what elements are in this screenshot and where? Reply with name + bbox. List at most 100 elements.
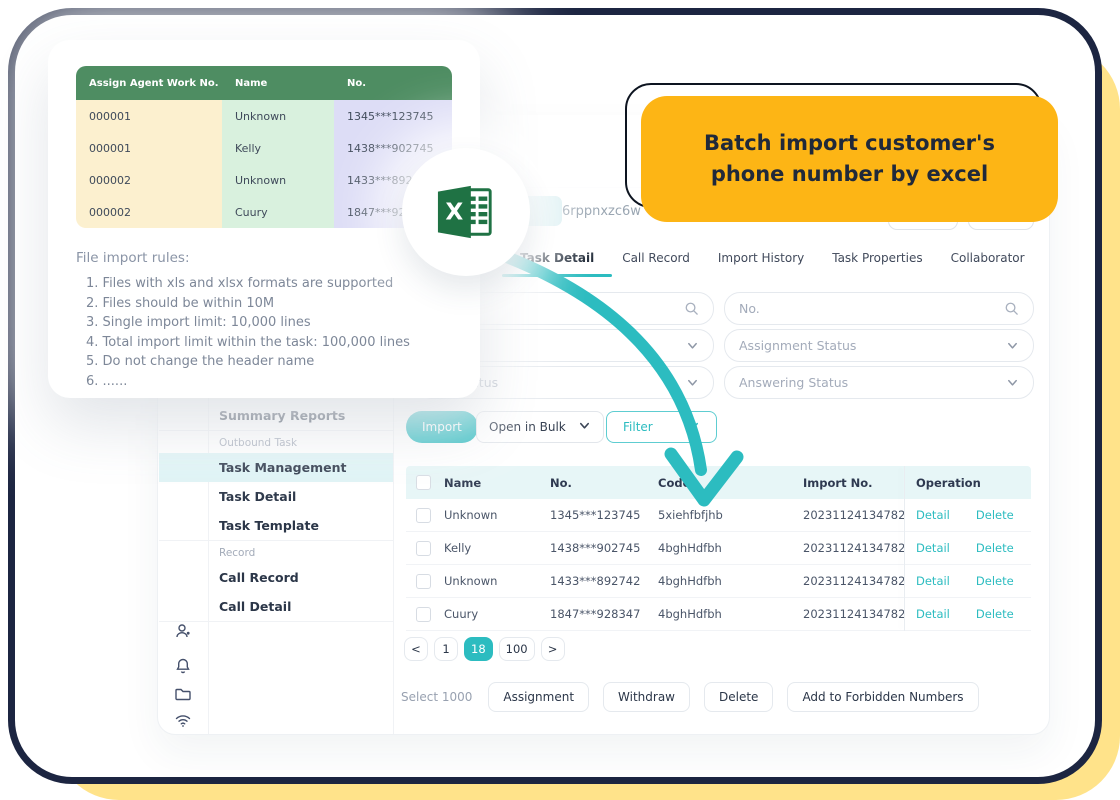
- prev-page-button[interactable]: <: [404, 637, 428, 661]
- next-page-button[interactable]: >: [541, 637, 565, 661]
- sidebar-item-summary-reports[interactable]: Summary Reports: [159, 401, 393, 431]
- rules-title: File import rules:: [76, 250, 190, 266]
- task-code-text: 6rppnxzc6w: [562, 204, 641, 219]
- preview-row: 000002Unknown1433***892742: [76, 164, 452, 196]
- page-button-1[interactable]: 1: [434, 637, 458, 661]
- table-row: Cuury1847***9283474bghHdfbh2023112413478…: [406, 598, 1031, 631]
- menu-section-label: Outbound Task: [159, 431, 393, 453]
- row-checkbox-cell: [406, 499, 432, 531]
- preview-col-header: Name: [222, 66, 334, 100]
- cell: 1438***902745: [538, 532, 646, 564]
- page-button-18[interactable]: 18: [464, 637, 493, 661]
- row-checkbox[interactable]: [416, 607, 431, 622]
- cell: 4bghHdfbh: [646, 565, 791, 597]
- callout-line-2: phone number by excel: [711, 159, 988, 190]
- add-to-forbidden-numbers-button[interactable]: Add to Forbidden Numbers: [787, 682, 978, 712]
- row-checkbox[interactable]: [416, 508, 431, 523]
- sidebar-item-task-template[interactable]: Task Template: [159, 511, 393, 541]
- detail-link[interactable]: Detail: [916, 508, 950, 522]
- detail-link[interactable]: Detail: [916, 574, 950, 588]
- folder-icon[interactable]: [171, 682, 195, 706]
- preview-cell: 000002: [76, 164, 222, 196]
- delete-link[interactable]: Delete: [976, 508, 1014, 522]
- sidebar-item-call-record[interactable]: Call Record: [159, 563, 393, 592]
- marketing-graphic: Summary ReportsOutbound TaskTask Managem…: [0, 0, 1120, 800]
- cell: 1847***928347: [538, 598, 646, 630]
- excel-icon: X: [402, 148, 530, 276]
- operation-cell: Detail Delete: [904, 499, 1031, 531]
- search-icon: [1004, 301, 1019, 316]
- table-row: Kelly1438***9027454bghHdfbh2023112413478…: [406, 532, 1031, 565]
- bulk-actions-bar: Select 1000 Assignment Withdraw Delete Add …: [401, 682, 979, 712]
- rule-item: 3. Single import limit: 10,000 lines: [86, 313, 410, 333]
- cell: 20231124134782: [791, 565, 904, 597]
- preview-cell: 1345***123745: [334, 100, 452, 132]
- rule-item: 6. ......: [86, 372, 410, 392]
- rules-list: 1. Files with xls and xlsx formats are s…: [86, 274, 410, 391]
- curved-arrow: [440, 228, 780, 532]
- rule-item: 5. Do not change the header name: [86, 352, 410, 372]
- cell: 4bghHdfbh: [646, 598, 791, 630]
- rule-item: 2. Files should be within 10M: [86, 294, 410, 314]
- operation-cell: Detail Delete: [904, 532, 1031, 564]
- bell-icon[interactable]: [171, 654, 195, 678]
- callout-line-1: Batch import customer's: [704, 128, 995, 159]
- preview-cell: Cuury: [222, 196, 334, 228]
- callout-bubble: Batch import customer's phone number by …: [641, 96, 1058, 222]
- column-header-import-no-: Import No.: [791, 466, 904, 499]
- cell: 20231124134782: [791, 499, 904, 531]
- column-header-operation: Operation: [904, 466, 1031, 499]
- rule-item: 4. Total import limit within the task: 1…: [86, 333, 410, 353]
- preview-cell: Unknown: [222, 100, 334, 132]
- preview-cell: 000002: [76, 196, 222, 228]
- pagination: <118100>: [404, 637, 565, 661]
- preview-col-header: No.: [334, 66, 452, 100]
- cell: 20231124134782: [791, 598, 904, 630]
- bulk-action-buttons: Assignment Withdraw Delete Add to Forbidden…: [488, 682, 978, 712]
- row-checkbox-cell: [406, 532, 432, 564]
- cell: Unknown: [432, 565, 538, 597]
- detail-link[interactable]: Detail: [916, 607, 950, 621]
- wifi-icon[interactable]: [171, 708, 195, 732]
- chevron-down-icon: [1006, 376, 1019, 389]
- operation-column-divider: [904, 466, 905, 631]
- delete-button[interactable]: Delete: [704, 682, 773, 712]
- cell: 1433***892742: [538, 565, 646, 597]
- preview-col-header: Assign Agent Work No.: [76, 66, 222, 100]
- rule-item: 1. Files with xls and xlsx formats are s…: [86, 274, 410, 294]
- sidebar-item-call-detail[interactable]: Call Detail: [159, 592, 393, 622]
- cell: Kelly: [432, 532, 538, 564]
- preview-row: 000001Kelly1438***902745: [76, 132, 452, 164]
- row-checkbox[interactable]: [416, 541, 431, 556]
- operation-cell: Detail Delete: [904, 565, 1031, 597]
- cell: 4bghHdfbh: [646, 532, 791, 564]
- preview-cell: 000001: [76, 100, 222, 132]
- assignment-button[interactable]: Assignment: [488, 682, 589, 712]
- operation-cell: Detail Delete: [904, 598, 1031, 630]
- delete-link[interactable]: Delete: [976, 574, 1014, 588]
- detail-link[interactable]: Detail: [916, 541, 950, 555]
- header-checkbox-cell: [406, 466, 432, 499]
- preview-cell: Kelly: [222, 132, 334, 164]
- withdraw-button[interactable]: Withdraw: [603, 682, 690, 712]
- preview-cell: Unknown: [222, 164, 334, 196]
- select-all-checkbox[interactable]: [416, 475, 431, 490]
- preview-cell: 000001: [76, 132, 222, 164]
- delete-link[interactable]: Delete: [976, 541, 1014, 555]
- svg-text:X: X: [445, 199, 463, 226]
- add-user-icon[interactable]: [171, 619, 195, 643]
- sidebar-item-task-management[interactable]: Task Management: [159, 453, 393, 482]
- sidebar-item-task-detail[interactable]: Task Detail: [159, 482, 393, 511]
- row-checkbox[interactable]: [416, 574, 431, 589]
- excel-preview-body: 000001Unknown1345***123745000001Kelly143…: [76, 100, 452, 228]
- chevron-down-icon: [1006, 339, 1019, 352]
- select-count-label: Select 1000: [401, 690, 472, 704]
- page-button-100[interactable]: 100: [499, 637, 535, 661]
- table-row: Unknown1433***8927424bghHdfbh20231124134…: [406, 565, 1031, 598]
- cell: Cuury: [432, 598, 538, 630]
- cell: 20231124134782: [791, 532, 904, 564]
- row-checkbox-cell: [406, 565, 432, 597]
- delete-link[interactable]: Delete: [976, 607, 1014, 621]
- row-checkbox-cell: [406, 598, 432, 630]
- sidebar-menu: Summary ReportsOutbound TaskTask Managem…: [159, 401, 393, 622]
